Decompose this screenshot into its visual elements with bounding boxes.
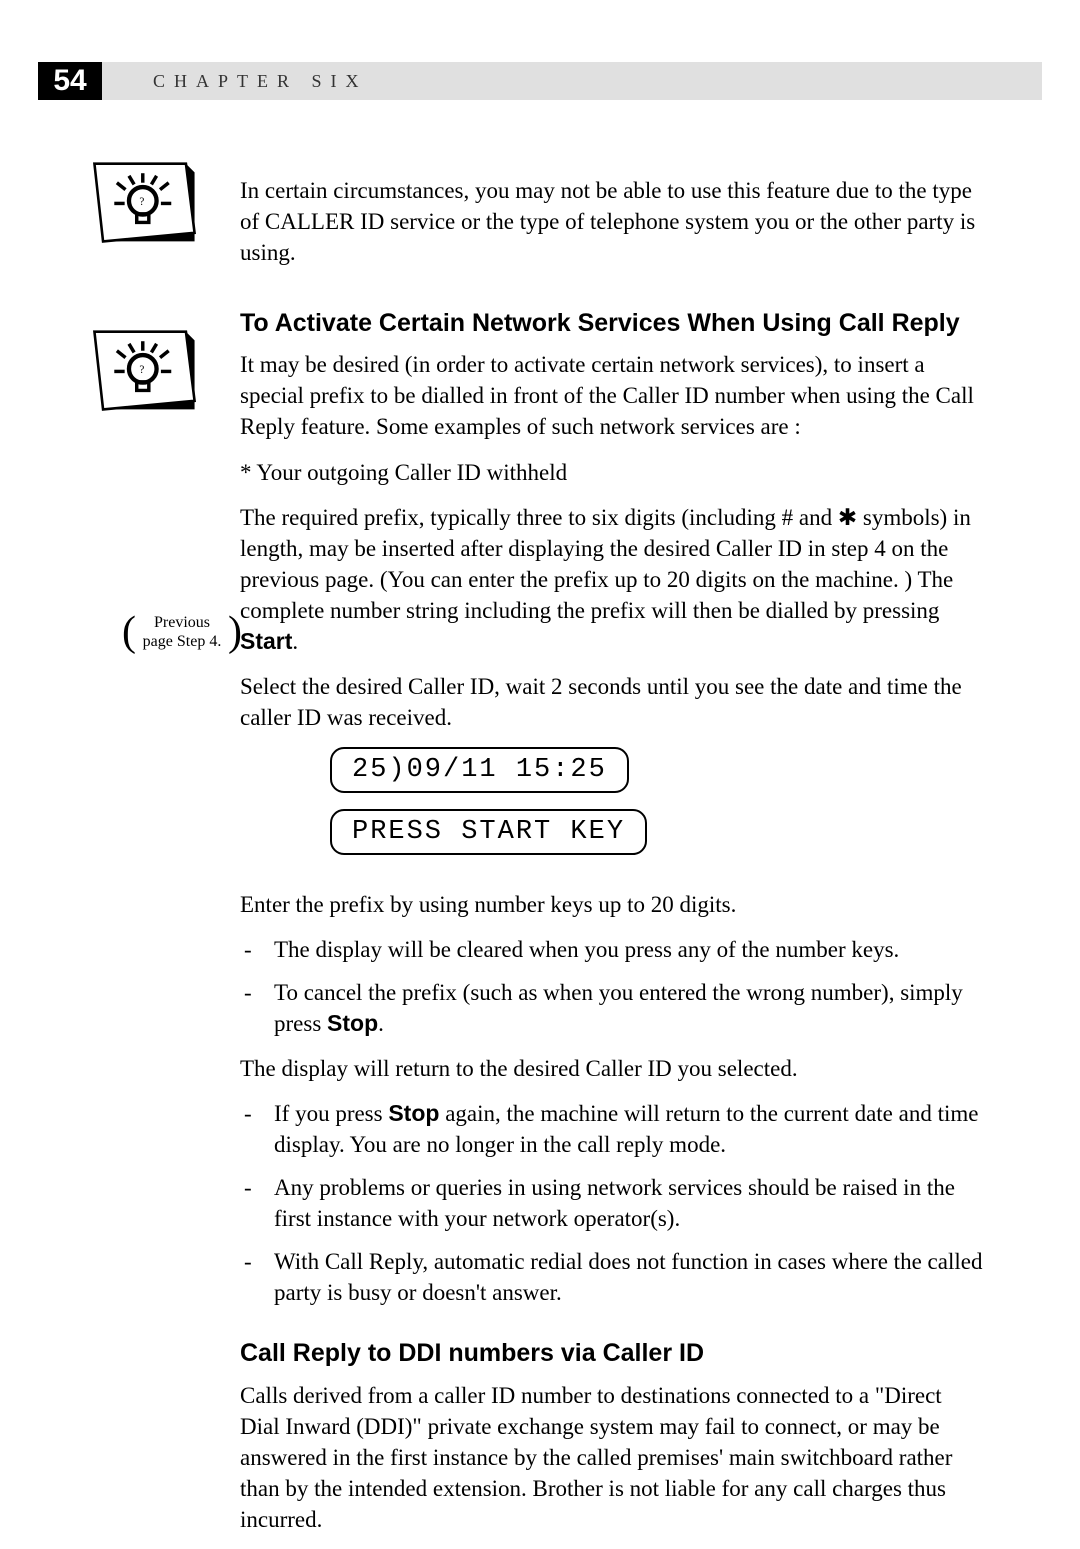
section1-p3-text: The required prefix, typically three to … [240, 505, 971, 623]
section-heading-ddi: Call Reply to DDI numbers via Caller ID [240, 1338, 985, 1369]
section1-p2: * Your outgoing Caller ID withheld [240, 457, 985, 488]
section1-p1: It may be desired (in order to activate … [240, 349, 985, 442]
svg-text:?: ? [139, 364, 144, 376]
page-header: 54 CHAPTER SIX [38, 62, 1042, 100]
lightbulb-tip-icon: ? [92, 162, 197, 244]
lcd-display-group: 25)09/11 15:25 PRESS START KEY [240, 747, 985, 871]
stop-key-label: Stop [327, 1010, 378, 1036]
intro-note: In certain circumstances, you may not be… [240, 175, 985, 268]
list-item: With Call Reply, automatic redial does n… [240, 1246, 985, 1308]
lightbulb-tip-icon: ? [92, 330, 197, 412]
paren-left-icon: ( [122, 607, 136, 657]
section1-p4: Select the desired Caller ID, wait 2 sec… [240, 671, 985, 733]
page-number-box: 54 [38, 62, 102, 100]
previous-step-reference: ( Previous page Step 4. ) [128, 613, 236, 651]
section1-p3: The required prefix, typically three to … [240, 502, 985, 657]
section1-p5: Enter the prefix by using number keys up… [240, 889, 985, 920]
list-item: Any problems or queries in using network… [240, 1172, 985, 1234]
bullet-list-1: The display will be cleared when you pre… [240, 934, 985, 1039]
section1-p3-end: . [292, 629, 298, 654]
content-column: In certain circumstances, you may not be… [240, 175, 985, 1549]
bullet-list-2: If you press Stop again, the machine wil… [240, 1098, 985, 1308]
lcd-line-1: 25)09/11 15:25 [330, 747, 629, 793]
step-ref-line1: Previous [128, 613, 236, 632]
list-item: If you press Stop again, the machine wil… [240, 1098, 985, 1160]
chapter-label: CHAPTER SIX [153, 62, 368, 100]
svg-text:?: ? [139, 196, 144, 208]
start-key-label: Start [240, 628, 292, 654]
section-heading-activate: To Activate Certain Network Services Whe… [240, 308, 985, 339]
page-number: 54 [53, 64, 86, 98]
stop-key-label: Stop [388, 1100, 439, 1126]
list-item: The display will be cleared when you pre… [240, 934, 985, 965]
list-item: To cancel the prefix (such as when you e… [240, 977, 985, 1039]
section2-p1: Calls derived from a caller ID number to… [240, 1380, 985, 1535]
step-ref-line2: page Step 4. [128, 632, 236, 651]
li-text: If you press [274, 1101, 388, 1126]
li-text-end: . [378, 1011, 384, 1036]
section1-p6: The display will return to the desired C… [240, 1053, 985, 1084]
lcd-line-2: PRESS START KEY [330, 809, 647, 855]
